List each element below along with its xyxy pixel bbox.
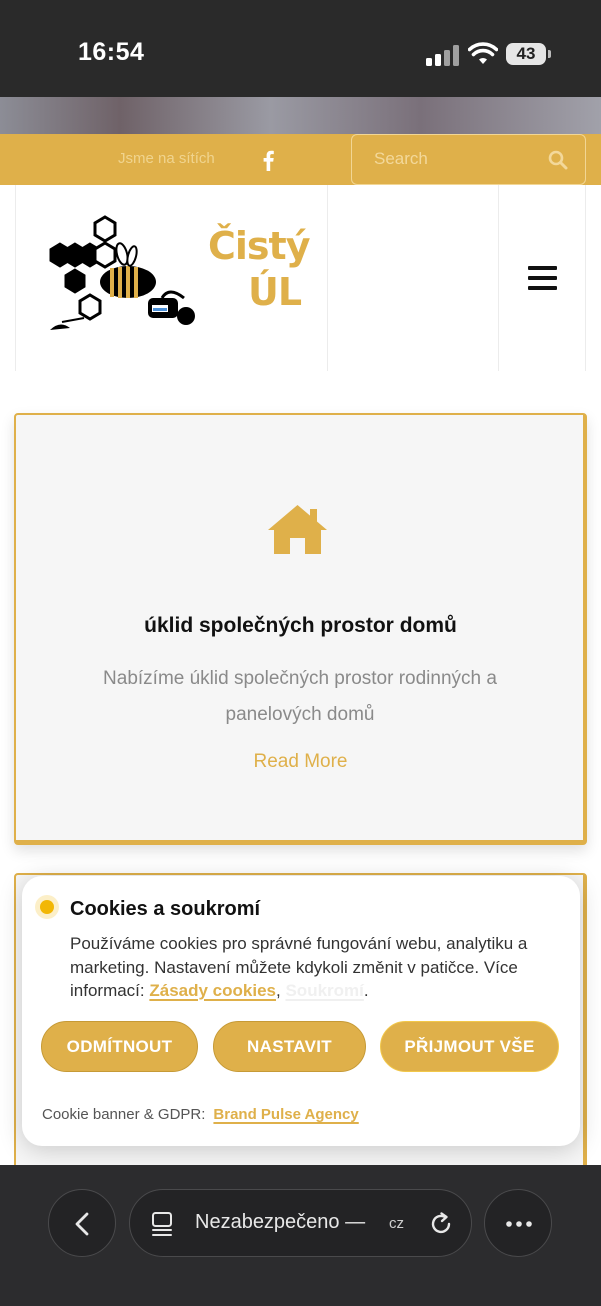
more-button[interactable] xyxy=(484,1189,552,1257)
signal-icon xyxy=(426,44,460,66)
settings-button[interactable]: NASTAVIT xyxy=(213,1021,366,1072)
battery-indicator: 43 xyxy=(506,43,546,65)
cookie-footer: Cookie banner & GDPR: Brand Pulse Agency xyxy=(42,1106,359,1123)
url-suffix: cz xyxy=(389,1215,404,1232)
hamburger-menu-icon[interactable] xyxy=(528,266,557,290)
battery-tip xyxy=(548,50,551,58)
cookie-text-period: . xyxy=(363,981,369,1000)
home-icon xyxy=(268,505,327,554)
read-more-link[interactable]: Read More xyxy=(14,751,587,773)
cookie-footer-text: Cookie banner & GDPR: xyxy=(42,1106,206,1123)
cookie-text: Používáme cookies pro správné fungování … xyxy=(70,932,570,1003)
chevron-left-icon xyxy=(75,1212,89,1236)
agency-link[interactable]: Brand Pulse Agency xyxy=(213,1106,358,1123)
service-description: Nabízíme úklid společných prostor rodinn… xyxy=(103,668,497,725)
cookie-banner: Cookies a soukromí Používáme cookies pro… xyxy=(22,876,580,1146)
reject-button[interactable]: ODMÍTNOUT xyxy=(41,1021,198,1072)
privacy-link[interactable]: Soukromí xyxy=(285,981,363,1000)
more-dots-icon xyxy=(506,1221,532,1227)
cookie-policy-link[interactable]: Zásady cookies xyxy=(149,981,276,1000)
search-icon[interactable] xyxy=(548,150,568,170)
accept-all-button[interactable]: PŘIJMOUT VŠE xyxy=(380,1021,559,1072)
social-label: Jsme na sítích xyxy=(118,150,215,167)
logo-line-1: Čistý xyxy=(208,224,310,268)
logo-text[interactable]: Čistý ÚL xyxy=(208,223,310,315)
back-button[interactable] xyxy=(48,1189,116,1257)
bee-logo[interactable] xyxy=(44,212,204,337)
cookie-title: Cookies a soukromí xyxy=(70,898,261,920)
tabs-icon xyxy=(152,1212,172,1236)
url-text: Nezabezpečeno — xyxy=(195,1211,366,1233)
status-bar: 16:54 43 xyxy=(0,0,601,97)
search-input[interactable] xyxy=(374,149,534,169)
cookie-status-dot xyxy=(40,900,54,914)
status-time: 16:54 xyxy=(78,38,145,66)
wifi-icon xyxy=(468,42,498,64)
facebook-icon[interactable] xyxy=(260,150,276,172)
cookie-text-comma: , xyxy=(276,981,281,1000)
service-title: úklid společných prostor domů xyxy=(144,614,457,637)
logo-line-2: ÚL xyxy=(248,270,302,314)
blurred-background-strip xyxy=(0,97,601,134)
search-box xyxy=(351,134,586,185)
reload-icon[interactable] xyxy=(428,1211,454,1237)
